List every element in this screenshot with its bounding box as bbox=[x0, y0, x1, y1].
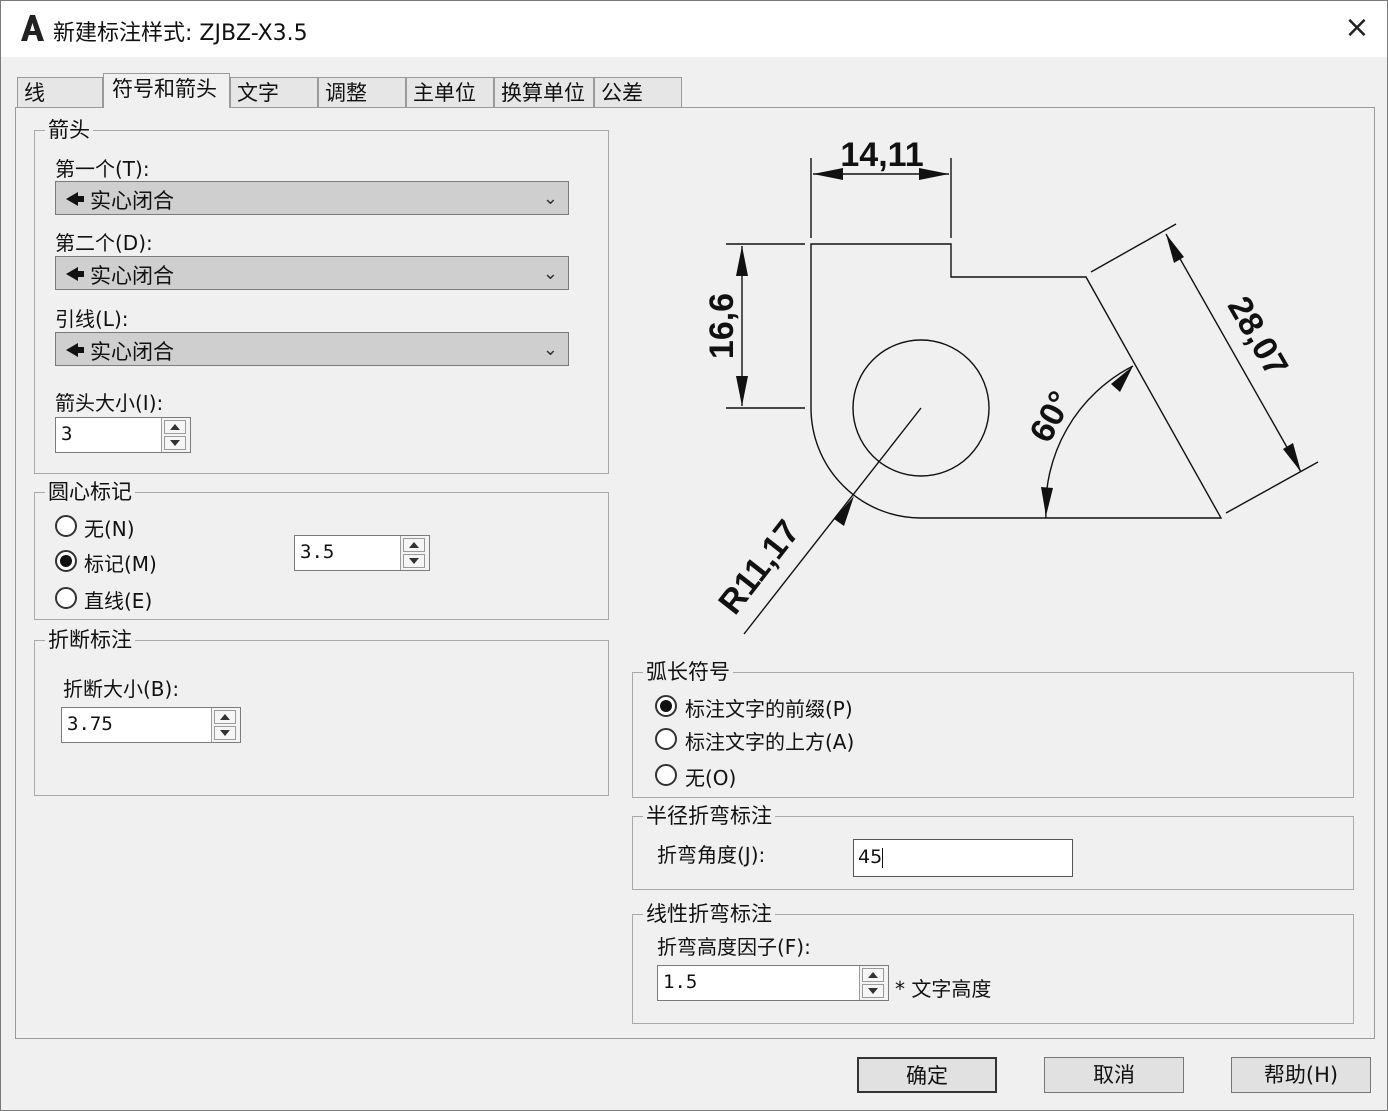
autocad-logo-icon bbox=[21, 15, 44, 41]
arrowheads-group: 箭头 第一个(T): 实心闭合 ⌄ 第二个(D): 实心闭合 ⌄ 引线(L): … bbox=[34, 117, 609, 474]
arc-length-legend: 弧长符号 bbox=[643, 659, 733, 685]
jog-angle-label: 折弯角度(J): bbox=[657, 843, 766, 867]
first-arrow-select[interactable]: 实心闭合 ⌄ bbox=[55, 181, 569, 215]
linear-jog-legend: 线性折弯标注 bbox=[643, 901, 775, 927]
break-size-spinner[interactable]: 3.75 bbox=[61, 707, 241, 743]
tab-symbols-arrows[interactable]: 符号和箭头 bbox=[103, 73, 230, 108]
arc-above-label: 标注文字的上方(A) bbox=[685, 730, 855, 754]
break-size-label: 折断大小(B): bbox=[63, 677, 180, 701]
arc-prefix-radio[interactable] bbox=[655, 695, 677, 717]
center-mark-label: 标记(M) bbox=[84, 552, 157, 576]
ok-button[interactable]: 确定 bbox=[857, 1057, 997, 1093]
center-mark-size-spinner[interactable]: 3.5 bbox=[294, 535, 430, 571]
closed-filled-arrow-icon bbox=[66, 192, 84, 206]
tab-text[interactable]: 文字 bbox=[230, 77, 318, 107]
spin-down-icon[interactable] bbox=[862, 984, 884, 998]
radius-jog-legend: 半径折弯标注 bbox=[643, 803, 775, 829]
spin-down-icon[interactable] bbox=[403, 554, 425, 568]
arc-none-radio[interactable] bbox=[655, 764, 677, 786]
second-arrow-value: 实心闭合 bbox=[90, 264, 174, 288]
jog-height-factor-spinner[interactable]: 1.5 bbox=[657, 965, 889, 1001]
preview-dim-angle: 60° bbox=[1022, 385, 1080, 448]
closed-filled-arrow-icon bbox=[66, 267, 84, 281]
spin-up-icon[interactable] bbox=[862, 968, 884, 982]
spinner-buttons bbox=[400, 536, 429, 570]
preview-dim-slant: 28,07 bbox=[1220, 290, 1295, 383]
dimension-break-group: 折断标注 折断大小(B): 3.75 bbox=[34, 627, 609, 796]
dialog-window: 新建标注样式: ZJBZ-X3.5 × 线 符号和箭头 文字 调整 主单位 换算… bbox=[0, 0, 1388, 1111]
spinner-buttons bbox=[161, 418, 190, 452]
center-line-radio[interactable] bbox=[55, 587, 77, 609]
second-arrow-select[interactable]: 实心闭合 ⌄ bbox=[55, 256, 569, 290]
center-none-radio[interactable] bbox=[55, 515, 77, 537]
text-caret bbox=[882, 847, 884, 868]
dimension-break-legend: 折断标注 bbox=[45, 627, 135, 653]
tab-primary-units[interactable]: 主单位 bbox=[406, 77, 494, 107]
jog-height-factor-value: 1.5 bbox=[663, 971, 698, 993]
tab-panel: 箭头 第一个(T): 实心闭合 ⌄ 第二个(D): 实心闭合 ⌄ 引线(L): … bbox=[15, 107, 1375, 1039]
arc-above-radio[interactable] bbox=[655, 728, 677, 750]
center-mark-radio[interactable] bbox=[55, 550, 77, 572]
arc-prefix-label: 标注文字的前缀(P) bbox=[685, 697, 853, 721]
chevron-down-icon: ⌄ bbox=[542, 339, 558, 360]
center-marks-legend: 圆心标记 bbox=[45, 479, 135, 505]
jog-angle-input[interactable]: 45 bbox=[853, 839, 1073, 877]
spin-up-icon[interactable] bbox=[214, 710, 236, 724]
linear-jog-group: 线性折弯标注 折弯高度因子(F): 1.5 * 文字高度 bbox=[632, 901, 1354, 1024]
center-none-label: 无(N) bbox=[84, 517, 135, 541]
jog-height-factor-label: 折弯高度因子(F): bbox=[657, 935, 811, 959]
center-mark-size-value: 3.5 bbox=[300, 541, 335, 563]
leader-arrow-label: 引线(L): bbox=[55, 307, 129, 331]
first-arrow-label: 第一个(T): bbox=[55, 157, 150, 181]
spin-up-icon[interactable] bbox=[164, 420, 186, 434]
tab-lines[interactable]: 线 bbox=[17, 77, 103, 107]
break-size-value: 3.75 bbox=[67, 713, 113, 735]
arc-none-label: 无(O) bbox=[685, 766, 737, 790]
spin-down-icon[interactable] bbox=[214, 726, 236, 740]
arrow-size-spinner[interactable]: 3 bbox=[55, 417, 191, 453]
tab-tolerances[interactable]: 公差 bbox=[594, 77, 682, 107]
spin-down-icon[interactable] bbox=[164, 436, 186, 450]
leader-arrow-value: 实心闭合 bbox=[90, 340, 174, 364]
jog-angle-value: 45 bbox=[858, 846, 883, 868]
center-marks-group: 圆心标记 无(N) 标记(M) 直线(E) 3.5 bbox=[34, 479, 609, 620]
first-arrow-value: 实心闭合 bbox=[90, 189, 174, 213]
leader-arrow-select[interactable]: 实心闭合 ⌄ bbox=[55, 332, 569, 366]
tab-alternate-units[interactable]: 换算单位 bbox=[494, 77, 594, 107]
arrow-size-value: 3 bbox=[61, 423, 73, 445]
title-bar: 新建标注样式: ZJBZ-X3.5 × bbox=[1, 1, 1387, 57]
second-arrow-label: 第二个(D): bbox=[55, 231, 153, 255]
arrow-size-label: 箭头大小(I): bbox=[55, 391, 164, 415]
spinner-buttons bbox=[211, 708, 240, 742]
radius-jog-group: 半径折弯标注 折弯角度(J): 45 bbox=[632, 803, 1354, 890]
help-button[interactable]: 帮助(H) bbox=[1231, 1057, 1371, 1093]
spinner-buttons bbox=[859, 966, 888, 1000]
preview-dim-left: 16,6 bbox=[703, 293, 741, 359]
cancel-button[interactable]: 取消 bbox=[1044, 1057, 1184, 1093]
dimension-preview: 14,11 16,6 28,07 60° R11,17 bbox=[703, 136, 1319, 635]
arrowheads-legend: 箭头 bbox=[45, 117, 93, 143]
center-line-label: 直线(E) bbox=[84, 589, 153, 613]
text-height-suffix: * 文字高度 bbox=[895, 977, 992, 1001]
chevron-down-icon: ⌄ bbox=[542, 188, 558, 209]
closed-filled-arrow-icon bbox=[66, 343, 84, 357]
tab-fit[interactable]: 调整 bbox=[318, 77, 406, 107]
close-icon[interactable]: × bbox=[1339, 11, 1375, 47]
preview-dim-radius: R11,17 bbox=[711, 513, 807, 621]
arc-length-group: 弧长符号 标注文字的前缀(P) 标注文字的上方(A) 无(O) bbox=[632, 659, 1354, 798]
chevron-down-icon: ⌄ bbox=[542, 263, 558, 284]
preview-dim-top: 14,11 bbox=[840, 136, 923, 174]
spin-up-icon[interactable] bbox=[403, 538, 425, 552]
window-title: 新建标注样式: ZJBZ-X3.5 bbox=[53, 21, 308, 46]
